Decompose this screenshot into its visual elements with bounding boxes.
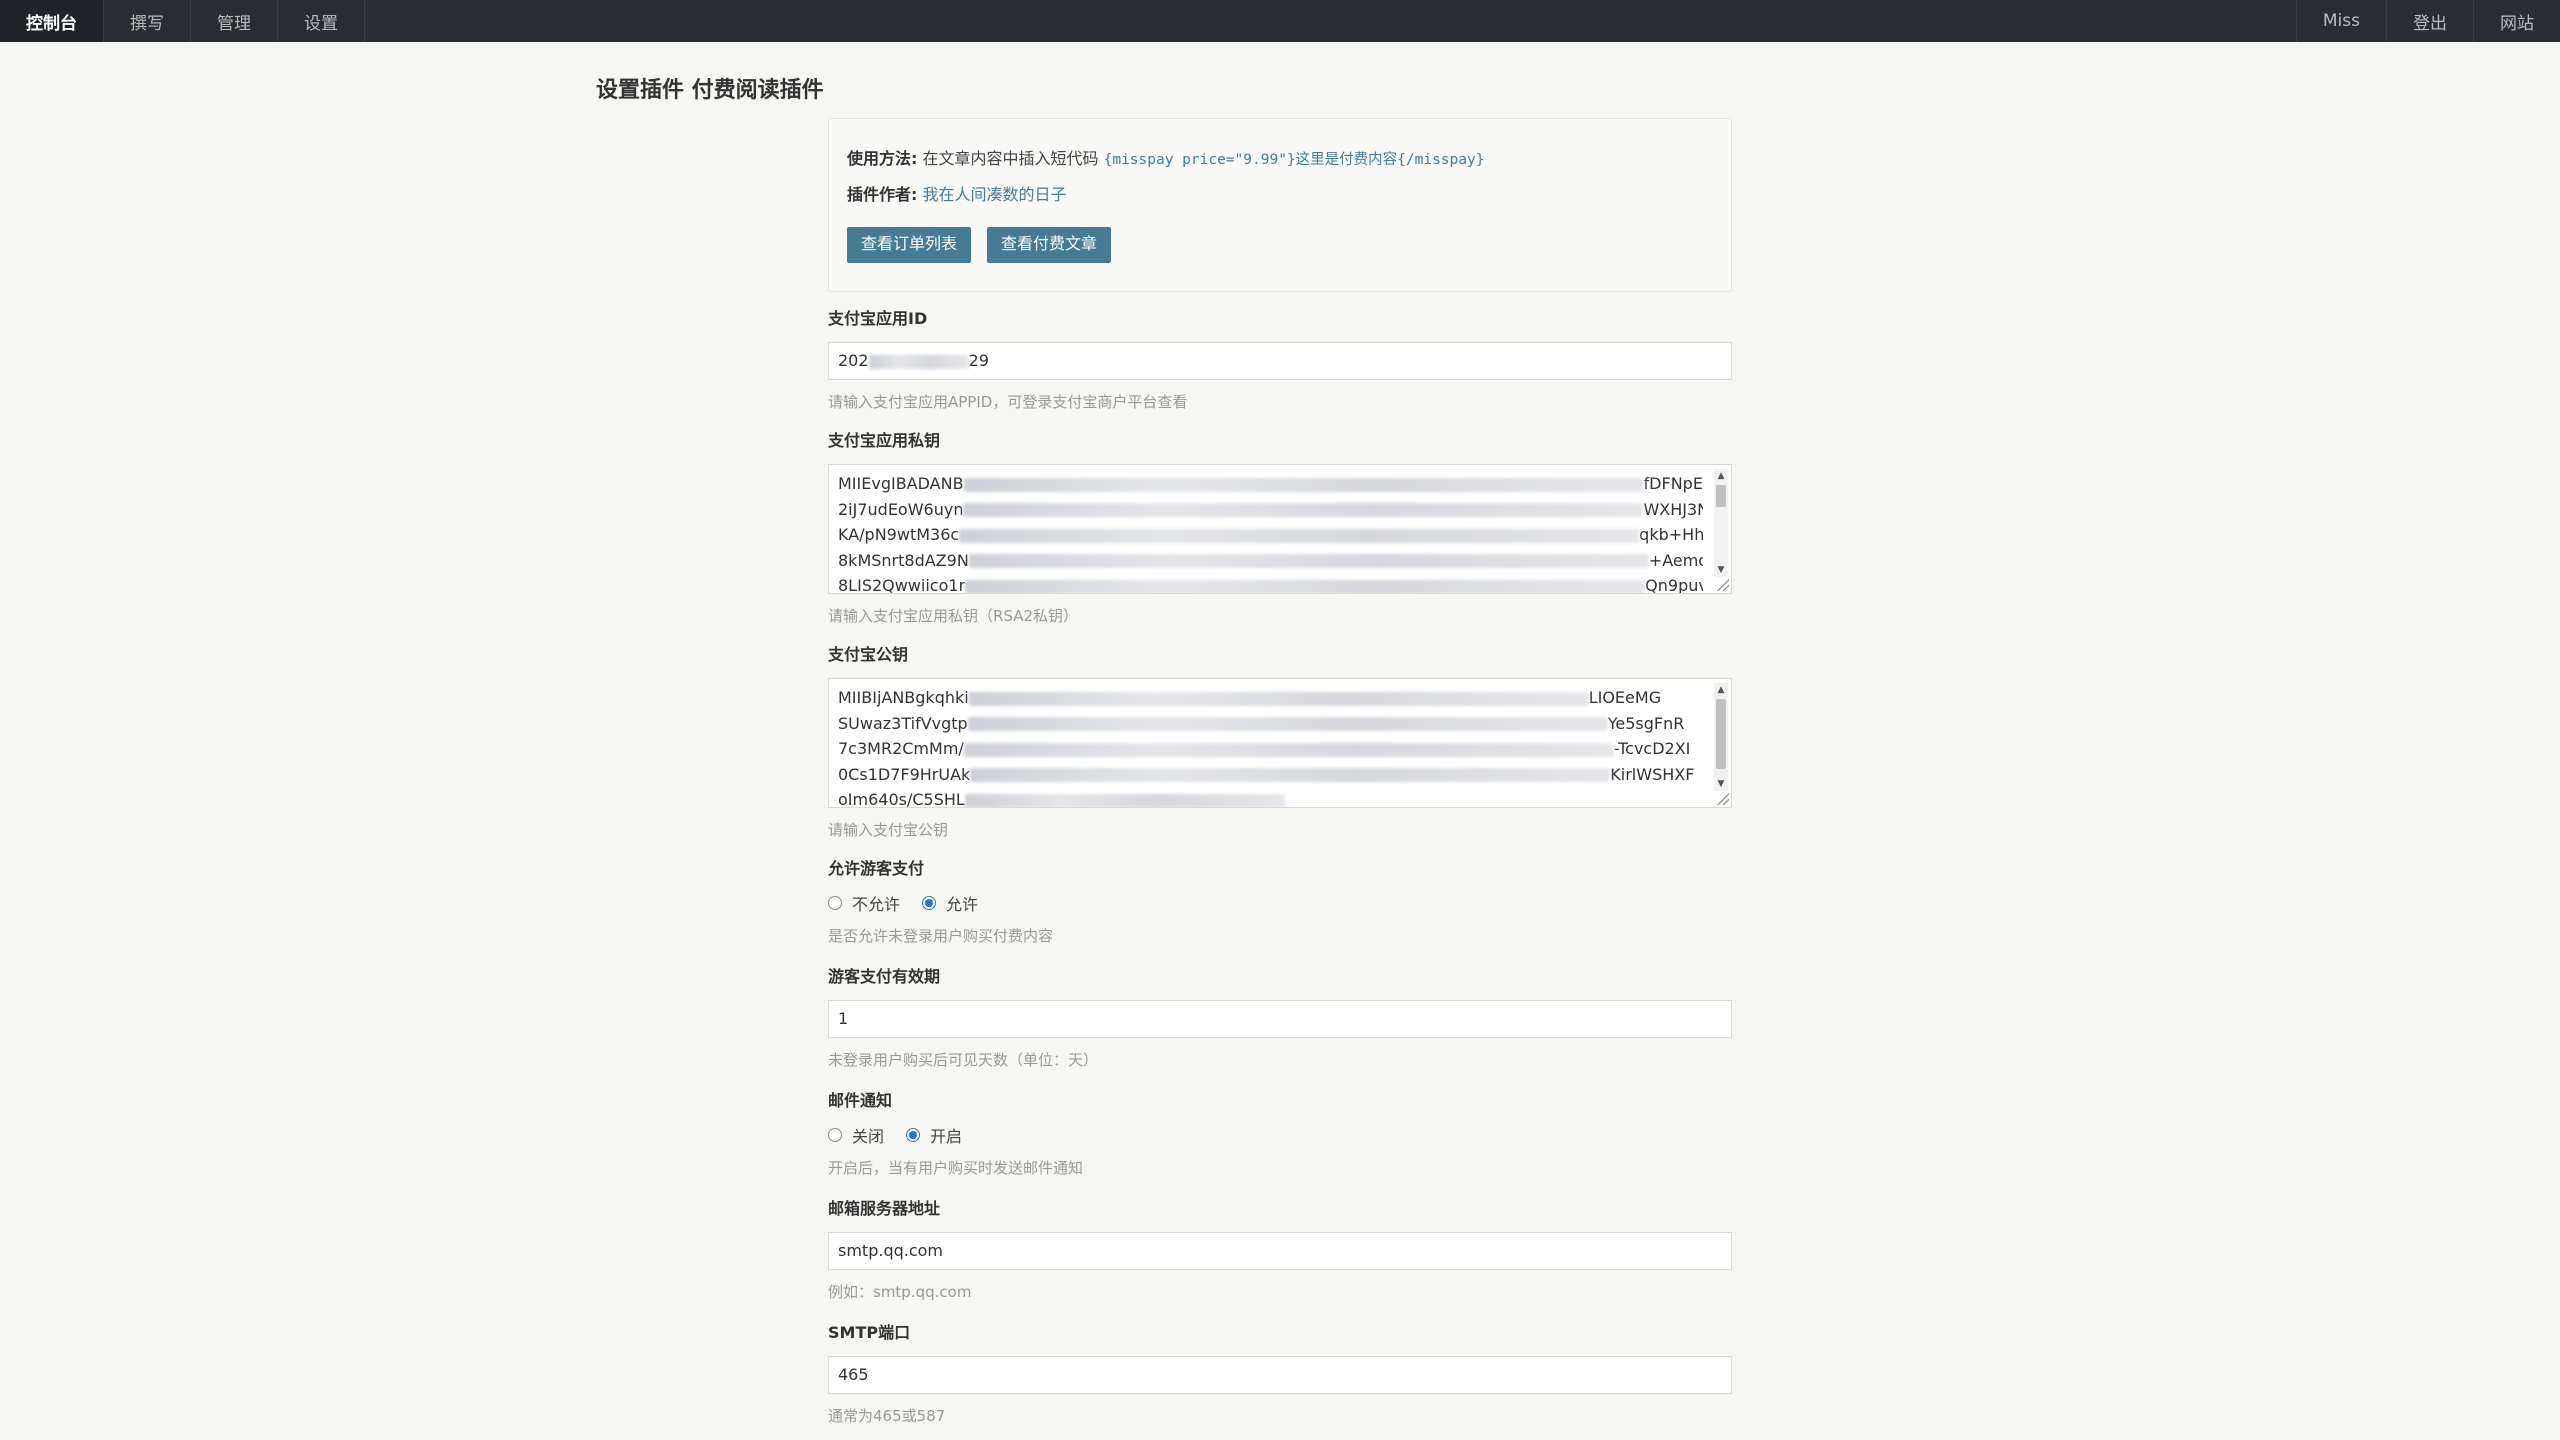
- appid-value-start: 202: [838, 351, 869, 370]
- public-key-line: 0Cs1D7F9HrUAk KirlWSHXF: [838, 764, 1695, 784]
- smtp-host-hint: 例如：smtp.qq.com: [828, 1283, 972, 1301]
- private-key-label: 支付宝应用私钥: [828, 431, 941, 450]
- radio-checked[interactable]: [922, 896, 937, 910]
- private-key-line: 8LIS2Qwwiico1rQn9puv/6: [838, 576, 1703, 594]
- usage-text: 在文章内容中插入短代码: [922, 149, 1099, 168]
- field-smtp-host: 邮箱服务器地址 smtp.qq.com 例如：smtp.qq.com: [828, 1198, 1732, 1302]
- scroll-thumb[interactable]: [1716, 485, 1726, 507]
- guest-days-hint: 未登录用户购买后可见天数（单位：天）: [828, 1051, 1099, 1069]
- nav-user[interactable]: Miss: [2295, 0, 2386, 42]
- nav-right: Miss 登出 网站: [2295, 0, 2560, 42]
- redacted-blur: [965, 579, 1646, 593]
- settings-form: 使用方法: 在文章内容中插入短代码 {misspay price="9.99"}…: [828, 118, 1732, 1426]
- usage-shortcode: {misspay price="9.99"}这里是付费内容{/misspay}: [1103, 152, 1485, 168]
- smtp-host-label: 邮箱服务器地址: [828, 1199, 941, 1218]
- radio-unchecked[interactable]: [828, 896, 842, 910]
- smtp-host-input[interactable]: smtp.qq.com: [828, 1232, 1732, 1270]
- private-key-line: 8kMSnrt8dAZ9N+AemojfO: [838, 550, 1703, 570]
- smtp-port-label: SMTP端口: [828, 1323, 911, 1342]
- public-key-textarea[interactable]: MIIBIjANBgkqhki LIOEeMG SUwaz3TifVvgtp Ye5…: [828, 678, 1732, 808]
- top-nav-bar: 控制台 撰写 管理 设置 Miss 登出 网站: [0, 0, 2560, 42]
- nav-logout[interactable]: 登出: [2386, 0, 2473, 42]
- private-key-hint: 请输入支付宝应用私钥（RSA2私钥）: [828, 607, 1079, 625]
- redacted-blur: [868, 354, 969, 369]
- nav-write[interactable]: 撰写: [104, 0, 191, 42]
- usage-label: 使用方法:: [847, 149, 918, 168]
- mail-notify-option-off[interactable]: 关闭: [828, 1123, 884, 1147]
- redacted-blur: [963, 742, 1614, 757]
- scroll-up-icon[interactable]: ▲: [1714, 471, 1728, 481]
- scrollbar[interactable]: ▲ ▼: [1714, 469, 1728, 577]
- scroll-down-icon[interactable]: ▼: [1714, 779, 1728, 789]
- appid-hint: 请输入支付宝应用APPID，可登录支付宝商户平台查看: [828, 393, 1188, 411]
- guest-pay-label: 允许游客支付: [828, 859, 925, 878]
- radio-checked[interactable]: [906, 1128, 921, 1142]
- resize-handle-icon[interactable]: [1717, 793, 1729, 805]
- nav-site[interactable]: 网站: [2473, 0, 2560, 42]
- nav-manage[interactable]: 管理: [191, 0, 278, 42]
- public-key-line: SUwaz3TifVvgtp Ye5sgFnR: [838, 713, 1685, 733]
- scroll-up-icon[interactable]: ▲: [1714, 685, 1728, 695]
- view-orders-button[interactable]: 查看订单列表: [847, 227, 972, 263]
- redacted-blur: [963, 503, 1644, 517]
- author-label: 插件作者:: [847, 185, 918, 204]
- redacted-blur: [959, 528, 1640, 543]
- field-guest-days: 游客支付有效期 1 未登录用户购买后可见天数（单位：天）: [828, 966, 1732, 1070]
- appid-input[interactable]: 202 29: [828, 342, 1732, 380]
- field-private-key: 支付宝应用私钥 MIIEvgIBADANBfDFNpET7 2iJ7udEoW6…: [828, 430, 1732, 626]
- private-key-line: MIIEvgIBADANBfDFNpET7: [838, 474, 1703, 493]
- scroll-thumb[interactable]: [1716, 699, 1726, 769]
- field-guest-pay: 允许游客支付 不允许 允许 是否允许未登录用户购买付费内容: [828, 858, 1732, 946]
- mail-notify-hint: 开启后，当有用户购买时发送邮件通知: [828, 1159, 1084, 1177]
- private-key-line: 2iJ7udEoW6uynWXHJ3Nc: [838, 499, 1703, 519]
- redacted-blur: [964, 793, 1285, 807]
- radio-unchecked[interactable]: [828, 1128, 842, 1142]
- info-buttons: 查看订单列表 查看付费文章: [847, 227, 1713, 263]
- smtp-port-input[interactable]: 465: [828, 1356, 1732, 1394]
- public-key-line: MIIBIjANBgkqhki LIOEeMG: [838, 688, 1662, 707]
- appid-value-end: 29: [968, 351, 989, 370]
- mail-notify-label: 邮件通知: [828, 1091, 893, 1110]
- resize-handle-icon[interactable]: [1717, 579, 1729, 591]
- redacted-blur: [968, 691, 1589, 706]
- redacted-blur: [967, 717, 1608, 731]
- mail-notify-option-on[interactable]: 开启: [906, 1123, 962, 1147]
- nav-left: 控制台 撰写 管理 设置: [0, 0, 365, 42]
- mail-notify-radio-group: 关闭 开启: [828, 1124, 1732, 1146]
- public-key-line: 7c3MR2CmMm/-TcvcD2XI: [838, 739, 1691, 758]
- author-line: 插件作者: 我在人间凑数的日子: [847, 177, 1713, 213]
- public-key-line: oIm640s/C5SHL: [838, 787, 1703, 807]
- page-title: 设置插件 付费阅读插件: [596, 78, 824, 103]
- smtp-port-hint: 通常为465或587: [828, 1407, 946, 1425]
- field-appid: 支付宝应用ID 202 29 请输入支付宝应用APPID，可登录支付宝商户平台查看: [828, 308, 1732, 412]
- field-public-key: 支付宝公钥 MIIBIjANBgkqhki LIOEeMG SUwaz3TifVv…: [828, 644, 1732, 840]
- guest-pay-hint: 是否允许未登录用户购买付费内容: [828, 927, 1054, 945]
- view-paid-articles-button[interactable]: 查看付费文章: [987, 227, 1112, 263]
- guest-pay-option-allow[interactable]: 允许: [922, 891, 978, 915]
- private-key-textarea[interactable]: MIIEvgIBADANBfDFNpET7 2iJ7udEoW6uynWXHJ3…: [828, 464, 1732, 594]
- public-key-hint: 请输入支付宝公钥: [828, 821, 949, 839]
- private-key-line: KA/pN9wtM36cqkb+HhSq: [838, 525, 1703, 544]
- guest-pay-radio-group: 不允许 允许: [828, 892, 1732, 914]
- scrollbar[interactable]: ▲ ▼: [1714, 683, 1728, 791]
- appid-label: 支付宝应用ID: [828, 309, 928, 328]
- scroll-down-icon[interactable]: ▼: [1714, 565, 1728, 575]
- redacted-blur: [963, 477, 1644, 492]
- guest-pay-option-deny[interactable]: 不允许: [828, 891, 900, 915]
- field-mail-notify: 邮件通知 关闭 开启 开启后，当有用户购买时发送邮件通知: [828, 1090, 1732, 1178]
- public-key-label: 支付宝公钥: [828, 645, 909, 664]
- author-link[interactable]: 我在人间凑数的日子: [923, 185, 1067, 204]
- plugin-info-box: 使用方法: 在文章内容中插入短代码 {misspay price="9.99"}…: [828, 118, 1732, 292]
- field-smtp-port: SMTP端口 465 通常为465或587: [828, 1322, 1732, 1426]
- guest-days-input[interactable]: 1: [828, 1000, 1732, 1038]
- nav-dashboard[interactable]: 控制台: [0, 0, 104, 42]
- nav-settings[interactable]: 设置: [278, 0, 365, 42]
- guest-days-label: 游客支付有效期: [828, 967, 941, 986]
- redacted-blur: [968, 554, 1649, 568]
- usage-line: 使用方法: 在文章内容中插入短代码 {misspay price="9.99"}…: [847, 141, 1713, 177]
- redacted-blur: [970, 768, 1611, 782]
